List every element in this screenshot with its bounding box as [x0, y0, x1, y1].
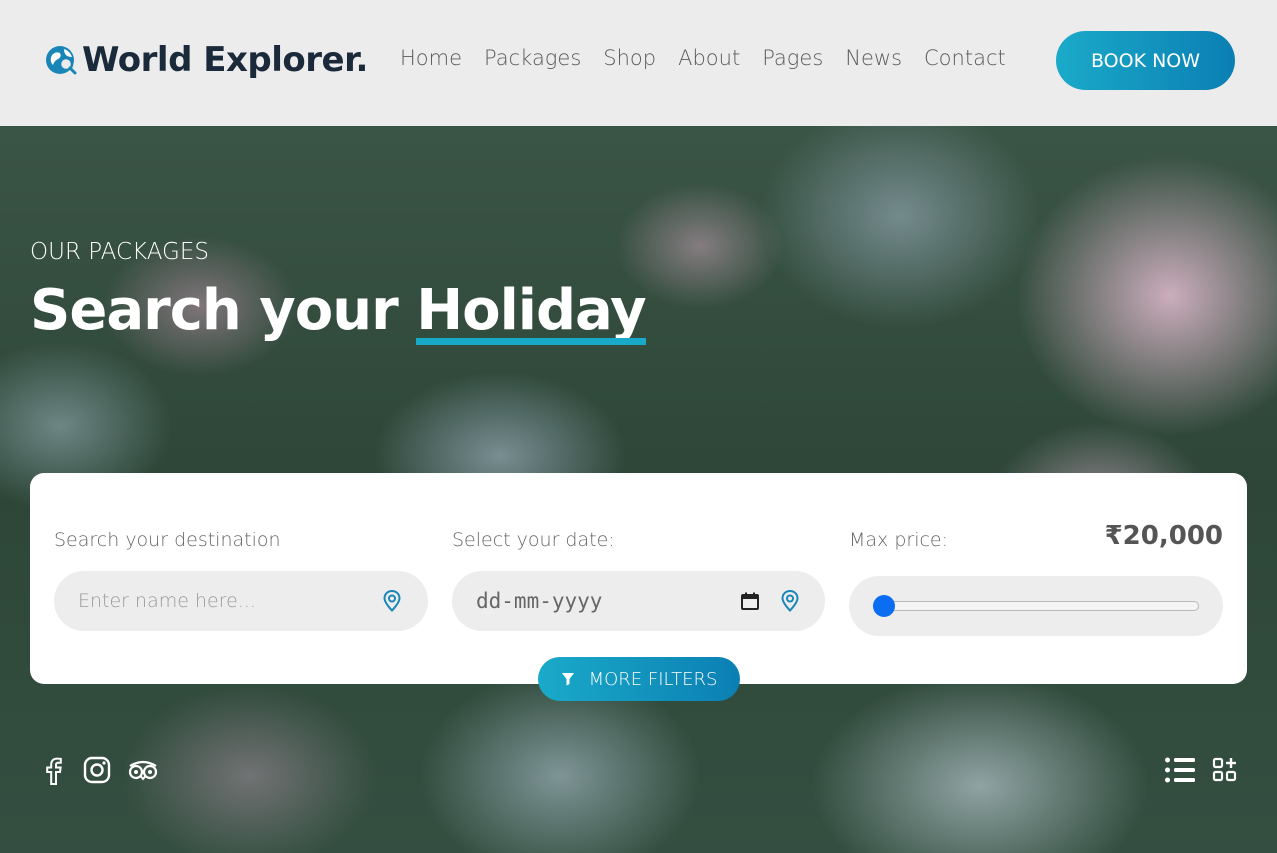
map-pin-icon [781, 589, 799, 612]
hero-title-plain: Search your [30, 278, 417, 343]
nav-contact[interactable]: Contact [924, 46, 1006, 70]
map-pin-icon [383, 589, 401, 612]
list-view-icon[interactable] [1164, 756, 1196, 788]
logo-text: World Explorer. [82, 40, 368, 80]
price-label: Max price: [849, 529, 949, 551]
date-input-value[interactable]: dd-mm-yyyy [476, 589, 602, 613]
date-label: Select your date: [452, 529, 615, 551]
nav-home[interactable]: Home [400, 46, 462, 70]
calendar-icon[interactable] [740, 591, 760, 611]
destination-label: Search your destination [54, 529, 281, 551]
nav-news[interactable]: News [845, 46, 902, 70]
view-toggle [1164, 756, 1238, 788]
price-value: ₹20,000 [1104, 521, 1223, 551]
destination-input[interactable] [78, 590, 358, 612]
nav-pages[interactable]: Pages [762, 46, 823, 70]
hero-subtitle: OUR PACKAGES [30, 239, 209, 265]
more-filters-label: MORE FILTERS [588, 668, 718, 690]
site-header: World Explorer. Home Packages Shop About… [0, 0, 1277, 126]
main-nav: Home Packages Shop About Pages News Cont… [400, 46, 1028, 70]
hero-section: OUR PACKAGES Search your Holiday Search … [0, 126, 1277, 853]
nav-shop[interactable]: Shop [603, 46, 656, 70]
grid-view-icon[interactable] [1212, 756, 1238, 788]
facebook-icon[interactable] [40, 755, 68, 789]
destination-field[interactable] [54, 571, 428, 631]
tripadvisor-icon[interactable] [126, 755, 160, 789]
instagram-icon[interactable] [82, 755, 112, 789]
hero-title-highlight: Holiday [416, 278, 647, 345]
logo[interactable]: World Explorer. [44, 40, 368, 80]
price-slider-track[interactable] [873, 601, 1199, 611]
search-card: Search your destination Select your date… [30, 473, 1247, 684]
price-slider-thumb[interactable] [873, 595, 895, 617]
nav-packages[interactable]: Packages [484, 46, 581, 70]
date-field[interactable]: dd-mm-yyyy [452, 571, 825, 631]
more-filters-button[interactable]: MORE FILTERS [538, 657, 740, 701]
hero-title: Search your Holiday [30, 278, 647, 345]
nav-about[interactable]: About [678, 46, 740, 70]
filter-icon [561, 673, 574, 686]
book-now-button[interactable]: BOOK NOW [1056, 31, 1235, 90]
globe-search-icon [46, 46, 77, 75]
price-slider[interactable] [849, 576, 1223, 636]
social-links [40, 755, 174, 789]
